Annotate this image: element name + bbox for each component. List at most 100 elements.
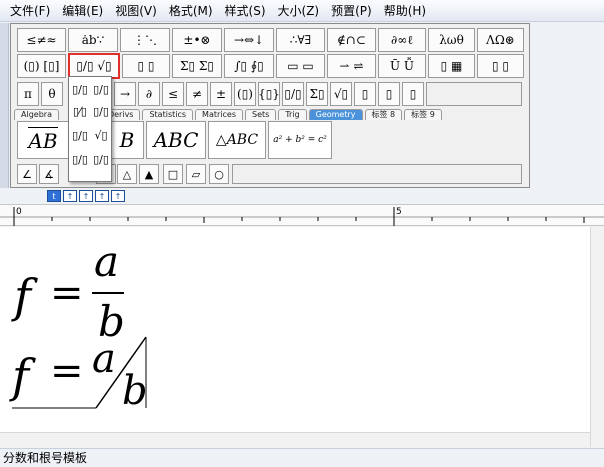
paren-button[interactable]: (▯) — [234, 82, 256, 106]
ruler-ticks — [0, 207, 604, 226]
matrix-templates-button[interactable]: ▯ ▦ — [428, 54, 475, 78]
full-fraction-item[interactable]: ▯/▯ — [70, 79, 90, 99]
menu-bar: 文件(F) 编辑(E) 视图(V) 格式(M) 样式(S) 大小(Z) 预置(P… — [0, 0, 604, 22]
logic-palette-button[interactable]: ∴∀∃ — [276, 28, 325, 52]
tab-9[interactable]: 标签 9 — [404, 109, 442, 120]
operators-palette-button[interactable]: ±•⊗ — [172, 28, 222, 52]
box-button[interactable]: ▯ — [402, 82, 424, 106]
ruler-label-5: 5 — [396, 207, 402, 217]
leq-button[interactable]: ≤ — [162, 82, 184, 106]
small-fraction-item[interactable]: ▯/▯ — [91, 79, 111, 99]
size-subscript-button[interactable]: ↑ — [63, 190, 77, 202]
triangle-abc-text: △ABC — [215, 132, 259, 148]
menu-view[interactable]: 视图(V) — [109, 0, 163, 22]
formula2-bevel-lines — [12, 336, 147, 409]
labeled-arrow-templates-button[interactable]: ⇀ ⇌ — [327, 54, 376, 78]
triangle-icon[interactable]: △ — [117, 164, 137, 184]
long-division-remainder-item[interactable]: ▯/▯ — [91, 149, 111, 169]
menu-size[interactable]: 大小(Z) — [272, 0, 326, 22]
square-icon[interactable]: □ — [163, 164, 183, 184]
horizontal-scrollbar[interactable] — [0, 432, 590, 447]
box-templates-button[interactable]: ▯ ▯ — [477, 54, 524, 78]
formula1-equals: = — [50, 270, 84, 316]
tab-algebra[interactable]: Algebra — [14, 109, 59, 120]
menu-help[interactable]: 帮助(H) — [378, 0, 432, 22]
vertical-scrollbar[interactable] — [590, 227, 604, 447]
fraction-radical-dropdown: ▯/▯ ▯/▯ ▯⁄▯ ▯/▯ ▯/▯ √▯ ▯/▯ ▯/▯ — [68, 76, 112, 182]
menu-format[interactable]: 格式(M) — [163, 0, 219, 22]
sum-button[interactable]: Σ▯ — [306, 82, 328, 106]
arrows-palette-button[interactable]: →⇔↓ — [224, 28, 274, 52]
parallelogram-icon[interactable]: ▱ — [186, 164, 206, 184]
subscript-button[interactable]: ▯ — [378, 82, 400, 106]
ruler-label-0: 0 — [16, 207, 22, 217]
status-bar: 分数和根号模板 — [0, 448, 604, 467]
vector-ab-item[interactable]: B — [110, 121, 144, 159]
integral-templates-button[interactable]: ∫▯ ∮▯ — [224, 54, 274, 78]
status-text: 分数和根号模板 — [3, 451, 88, 465]
set-theory-palette-button[interactable]: ∉∩⊂ — [327, 28, 376, 52]
greek-upper-palette-button[interactable]: ΛΩ⊛ — [477, 28, 524, 52]
size-subsubscript-button[interactable]: ↑ — [79, 190, 93, 202]
bar-templates-button[interactable]: ▭ ▭ — [276, 54, 325, 78]
long-division-item[interactable]: ▯/▯ — [70, 149, 90, 169]
fence-templates-button[interactable]: (▯) [▯] — [17, 54, 66, 78]
ruler: 0 5 — [0, 204, 604, 226]
plusminus-button[interactable]: ± — [210, 82, 232, 106]
menu-preferences[interactable]: 预置(P) — [325, 0, 378, 22]
sqrt-button[interactable]: √▯ — [330, 82, 352, 106]
neq-button[interactable]: ≠ — [186, 82, 208, 106]
bevel-fraction-item[interactable]: ▯/▯ — [70, 125, 90, 145]
partial-button[interactable]: ∂ — [138, 82, 160, 106]
size-toolbar: t ↑ ↑ ↑ ↑ — [47, 190, 125, 202]
angle-icon[interactable]: ∠ — [17, 164, 37, 184]
spaces-palette-button[interactable]: ȧb∵ — [68, 28, 118, 52]
size-full-button[interactable]: t — [47, 190, 61, 202]
superscript-button[interactable]: ▯ — [354, 82, 376, 106]
square-root-item[interactable]: √▯ — [91, 125, 111, 145]
subscript-templates-button[interactable]: ▯ ▯ — [122, 54, 170, 78]
brace-button[interactable]: {▯} — [258, 82, 280, 106]
summation-templates-button[interactable]: Σ▯ Σ▯ — [172, 54, 222, 78]
menu-style[interactable]: 样式(S) — [219, 0, 272, 22]
overline-ab-text: AB — [28, 127, 58, 153]
misc-symbols-palette-button[interactable]: ∂∞ℓ — [378, 28, 426, 52]
product-templates-button[interactable]: Ū Ǚ — [378, 54, 426, 78]
menu-file[interactable]: 文件(F) — [4, 0, 56, 22]
left-edge — [0, 23, 9, 188]
row3-filler — [426, 82, 522, 106]
tab-geometry[interactable]: Geometry — [308, 109, 363, 120]
embellishments-palette-button[interactable]: ⋮⋱ — [120, 28, 170, 52]
size-symbol-button[interactable]: ↑ — [95, 190, 109, 202]
formula1-lhs: f — [14, 269, 32, 323]
geometry-empty-area — [334, 121, 522, 159]
menu-edit[interactable]: 编辑(E) — [56, 0, 109, 22]
tab-trig[interactable]: Trig — [278, 109, 307, 120]
circle-icon[interactable]: ○ — [209, 164, 229, 184]
triangle-abc-item[interactable]: △ABC — [208, 121, 266, 159]
arrow-button[interactable]: → — [114, 82, 136, 106]
formula1-numerator: a — [94, 237, 120, 286]
arc-abc-text: ABC — [153, 128, 199, 152]
greek-lower-palette-button[interactable]: λωθ — [428, 28, 475, 52]
pythagoras-item[interactable]: a² + b² = c² — [268, 121, 332, 159]
pythagoras-text: a² + b² = c² — [273, 135, 327, 145]
pi-button[interactable]: π — [17, 82, 39, 106]
filled-triangle-icon[interactable]: ▲ — [139, 164, 159, 184]
tab-matrices[interactable]: Matrices — [195, 109, 243, 120]
arc-abc-item[interactable]: ABC — [146, 121, 206, 159]
size-subsymbol-button[interactable]: ↑ — [111, 190, 125, 202]
measured-angle-icon[interactable]: ∡ — [39, 164, 59, 184]
tab-8[interactable]: 标签 8 — [364, 109, 403, 120]
equation-editor[interactable]: f = a b f = a b — [0, 227, 590, 432]
tab-statistics[interactable]: Statistics — [142, 109, 194, 120]
shape-row-filler — [232, 164, 522, 184]
fraction-button[interactable]: ▯/▯ — [282, 82, 304, 106]
overline-ab-item[interactable]: AB — [17, 121, 69, 159]
relations-palette-button[interactable]: ≤≠≈ — [17, 28, 66, 52]
formula1-fraction-bar — [92, 292, 124, 294]
tab-sets[interactable]: Sets — [245, 109, 277, 120]
small-slash-fraction-item[interactable]: ▯/▯ — [91, 101, 111, 121]
theta-button[interactable]: θ — [41, 82, 63, 106]
slash-fraction-item[interactable]: ▯⁄▯ — [70, 101, 90, 121]
